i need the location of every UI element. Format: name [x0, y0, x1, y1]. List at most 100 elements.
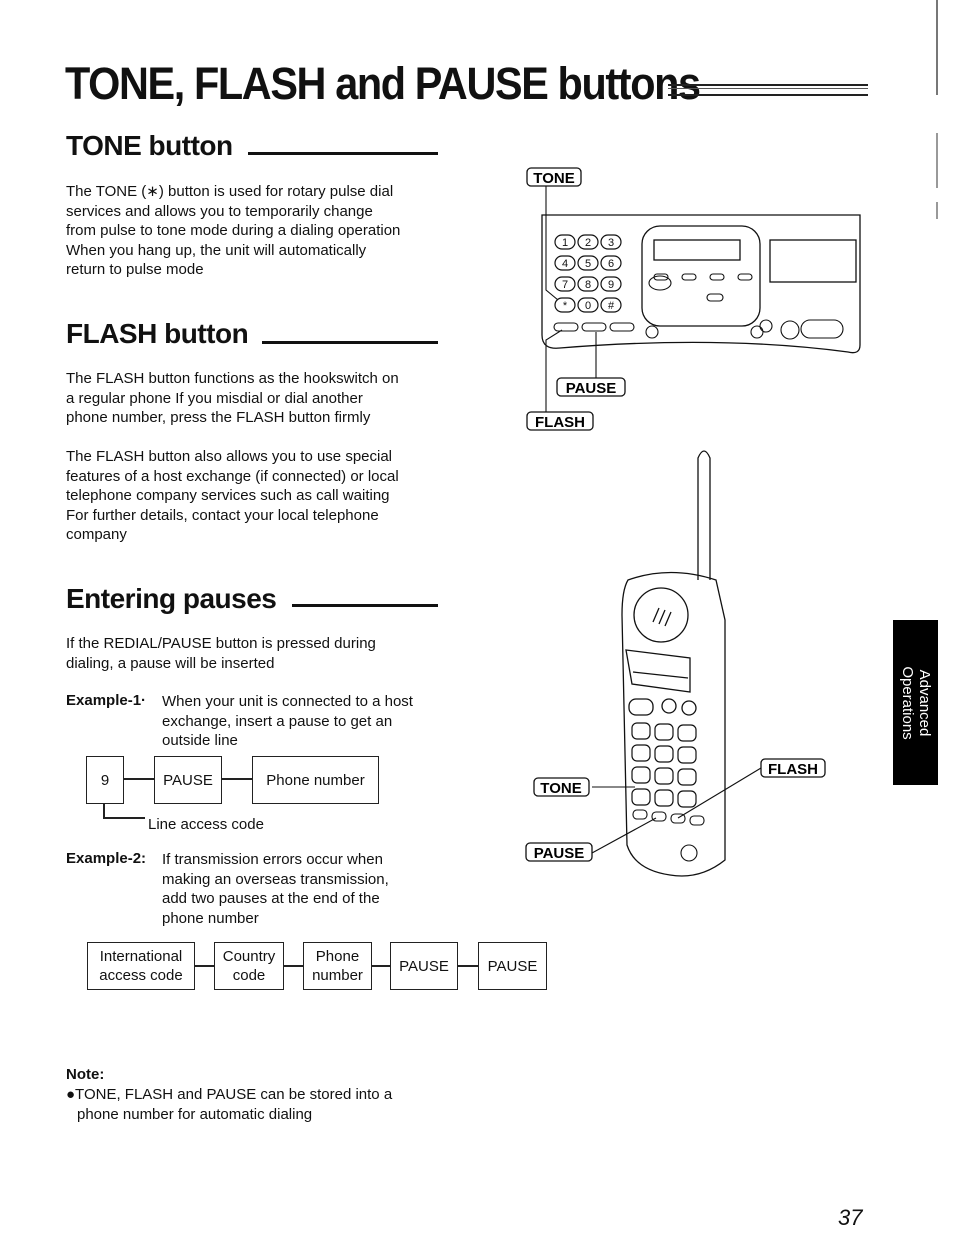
handset-key: [677, 768, 697, 786]
text-line: When you hang up, the unit will automati…: [66, 241, 367, 259]
earpiece-grille: [652, 607, 672, 627]
label-text: FLASH: [768, 761, 818, 778]
talk-key: [628, 698, 654, 716]
keypad-key-label: #: [608, 300, 615, 312]
keypad-key-label: 2: [585, 237, 591, 249]
handset-display: [625, 649, 691, 693]
handset-key: [631, 766, 651, 784]
keypad-key-label: 3: [608, 237, 614, 249]
control-button: [759, 319, 773, 333]
text-line: The FLASH button also allows you to use …: [66, 448, 393, 465]
box-phone-number: Phone number: [252, 756, 379, 804]
label-text: TONE: [540, 780, 581, 797]
box-line-access: 9: [86, 756, 124, 804]
text-line: When your unit is connected to a host: [162, 693, 413, 710]
keypad-key-label: 9: [608, 279, 614, 291]
handset-key: [654, 723, 674, 741]
text-line: telephone company services such as call …: [66, 487, 390, 504]
box-label: PAUSE: [399, 957, 449, 975]
control-button: [709, 273, 725, 281]
page-edge-line: [936, 202, 938, 219]
keypad-key-label: *: [563, 300, 568, 312]
callout-line-access-code: Line access code: [148, 816, 264, 833]
box-label: 9: [100, 771, 110, 789]
text-line: phone number: [162, 909, 259, 927]
connector: [458, 965, 479, 967]
box-pause: PAUSE: [154, 756, 222, 804]
handset-key: [654, 767, 674, 785]
example-2-label: Example-2:: [66, 850, 147, 867]
pause-key: [581, 322, 607, 332]
box-label: PAUSE: [487, 957, 538, 975]
handset-pause-callout: [591, 817, 657, 854]
box-label: International: [99, 948, 183, 965]
label-text: TONE: [533, 170, 574, 187]
label-text: PAUSE: [534, 845, 585, 862]
keypad-key-label: 4: [562, 258, 568, 270]
start-button: [800, 319, 844, 339]
base-flash-label: FLASH: [526, 411, 594, 431]
text-line: ●TONE, FLASH and PAUSE can be stored int…: [66, 1086, 393, 1103]
connector: [222, 778, 252, 780]
handset-button: [681, 700, 697, 716]
handset-function-key: [689, 815, 705, 826]
flash-callout-line: [545, 329, 563, 412]
section-tab: Advanced Operations: [893, 620, 938, 785]
keypad-key-label: 6: [608, 258, 614, 270]
box-label: Country: [222, 948, 276, 965]
display-line: [632, 671, 689, 679]
handset-pause-label: PAUSE: [525, 842, 593, 862]
handset-key: [631, 722, 651, 740]
handset-key: [677, 790, 697, 808]
box-country-code: Country code: [214, 942, 284, 990]
connector: [284, 965, 304, 967]
keypad-key-label: 0: [585, 300, 591, 312]
box-pause-1: PAUSE: [390, 942, 458, 990]
page-title: TONE, FLASH and PAUSE buttons: [65, 58, 701, 109]
text-line: For further details, contact your local …: [66, 506, 379, 524]
box-label: Phone number: [266, 771, 365, 789]
connector: [372, 965, 391, 967]
box-international-access-code: International access code: [87, 942, 195, 990]
handset-key: [654, 745, 674, 763]
base-pause-label: PAUSE: [556, 377, 626, 397]
display-screen: [653, 239, 741, 261]
example-1-label: Example-1·: [66, 692, 147, 709]
text-line: add two pauses at the end of the: [162, 890, 380, 907]
title-rule: [668, 84, 868, 96]
box-phone-number: Phone number: [303, 942, 372, 990]
keypad-key-label: 1: [562, 237, 568, 249]
page-edge-line: [936, 133, 938, 188]
example-1-text: When your unit is connected to a host ex…: [162, 692, 413, 751]
page-number: 37: [838, 1205, 863, 1230]
control-button: [737, 273, 753, 281]
handset-flash-label: FLASH: [760, 758, 826, 778]
handset-button: [661, 698, 677, 714]
handset-key: [677, 724, 697, 742]
keypad-key-label: 5: [585, 258, 591, 270]
base-tone-label: TONE: [526, 167, 582, 187]
antenna-icon: [697, 450, 711, 580]
text-line: return to pulse mode: [66, 261, 204, 278]
box-label: number: [312, 967, 363, 984]
note-text: ●TONE, FLASH and PAUSE can be stored int…: [66, 1085, 392, 1124]
base-unit-illustration: 1 2 3 4 5 6 7 8 9 * 0 # TONE PAUSE FLASH: [526, 167, 861, 431]
function-key: [609, 322, 635, 332]
box-label: Phone: [315, 948, 360, 965]
text-line: phone number, press the FLASH button fir…: [66, 409, 371, 426]
text-line: dialing, a pause will be inserted: [66, 654, 275, 672]
tone-callout-line: [545, 186, 559, 301]
box-label: access code: [99, 967, 183, 984]
keypad-key-label: 7: [562, 279, 568, 291]
text-line: making an overseas transmission,: [162, 870, 389, 888]
flash-key: [553, 322, 579, 332]
handset-key: [631, 788, 651, 806]
earpiece: [633, 587, 689, 643]
label-text: PAUSE: [566, 380, 617, 397]
callout-line: [103, 817, 145, 819]
flash-heading: FLASH button: [66, 318, 249, 349]
text-line: features of a host exchange (if connecte…: [66, 467, 399, 485]
text-line: exchange, insert a pause to get an: [162, 712, 393, 730]
tab-line: Operations: [898, 665, 916, 740]
connector: [124, 778, 154, 780]
